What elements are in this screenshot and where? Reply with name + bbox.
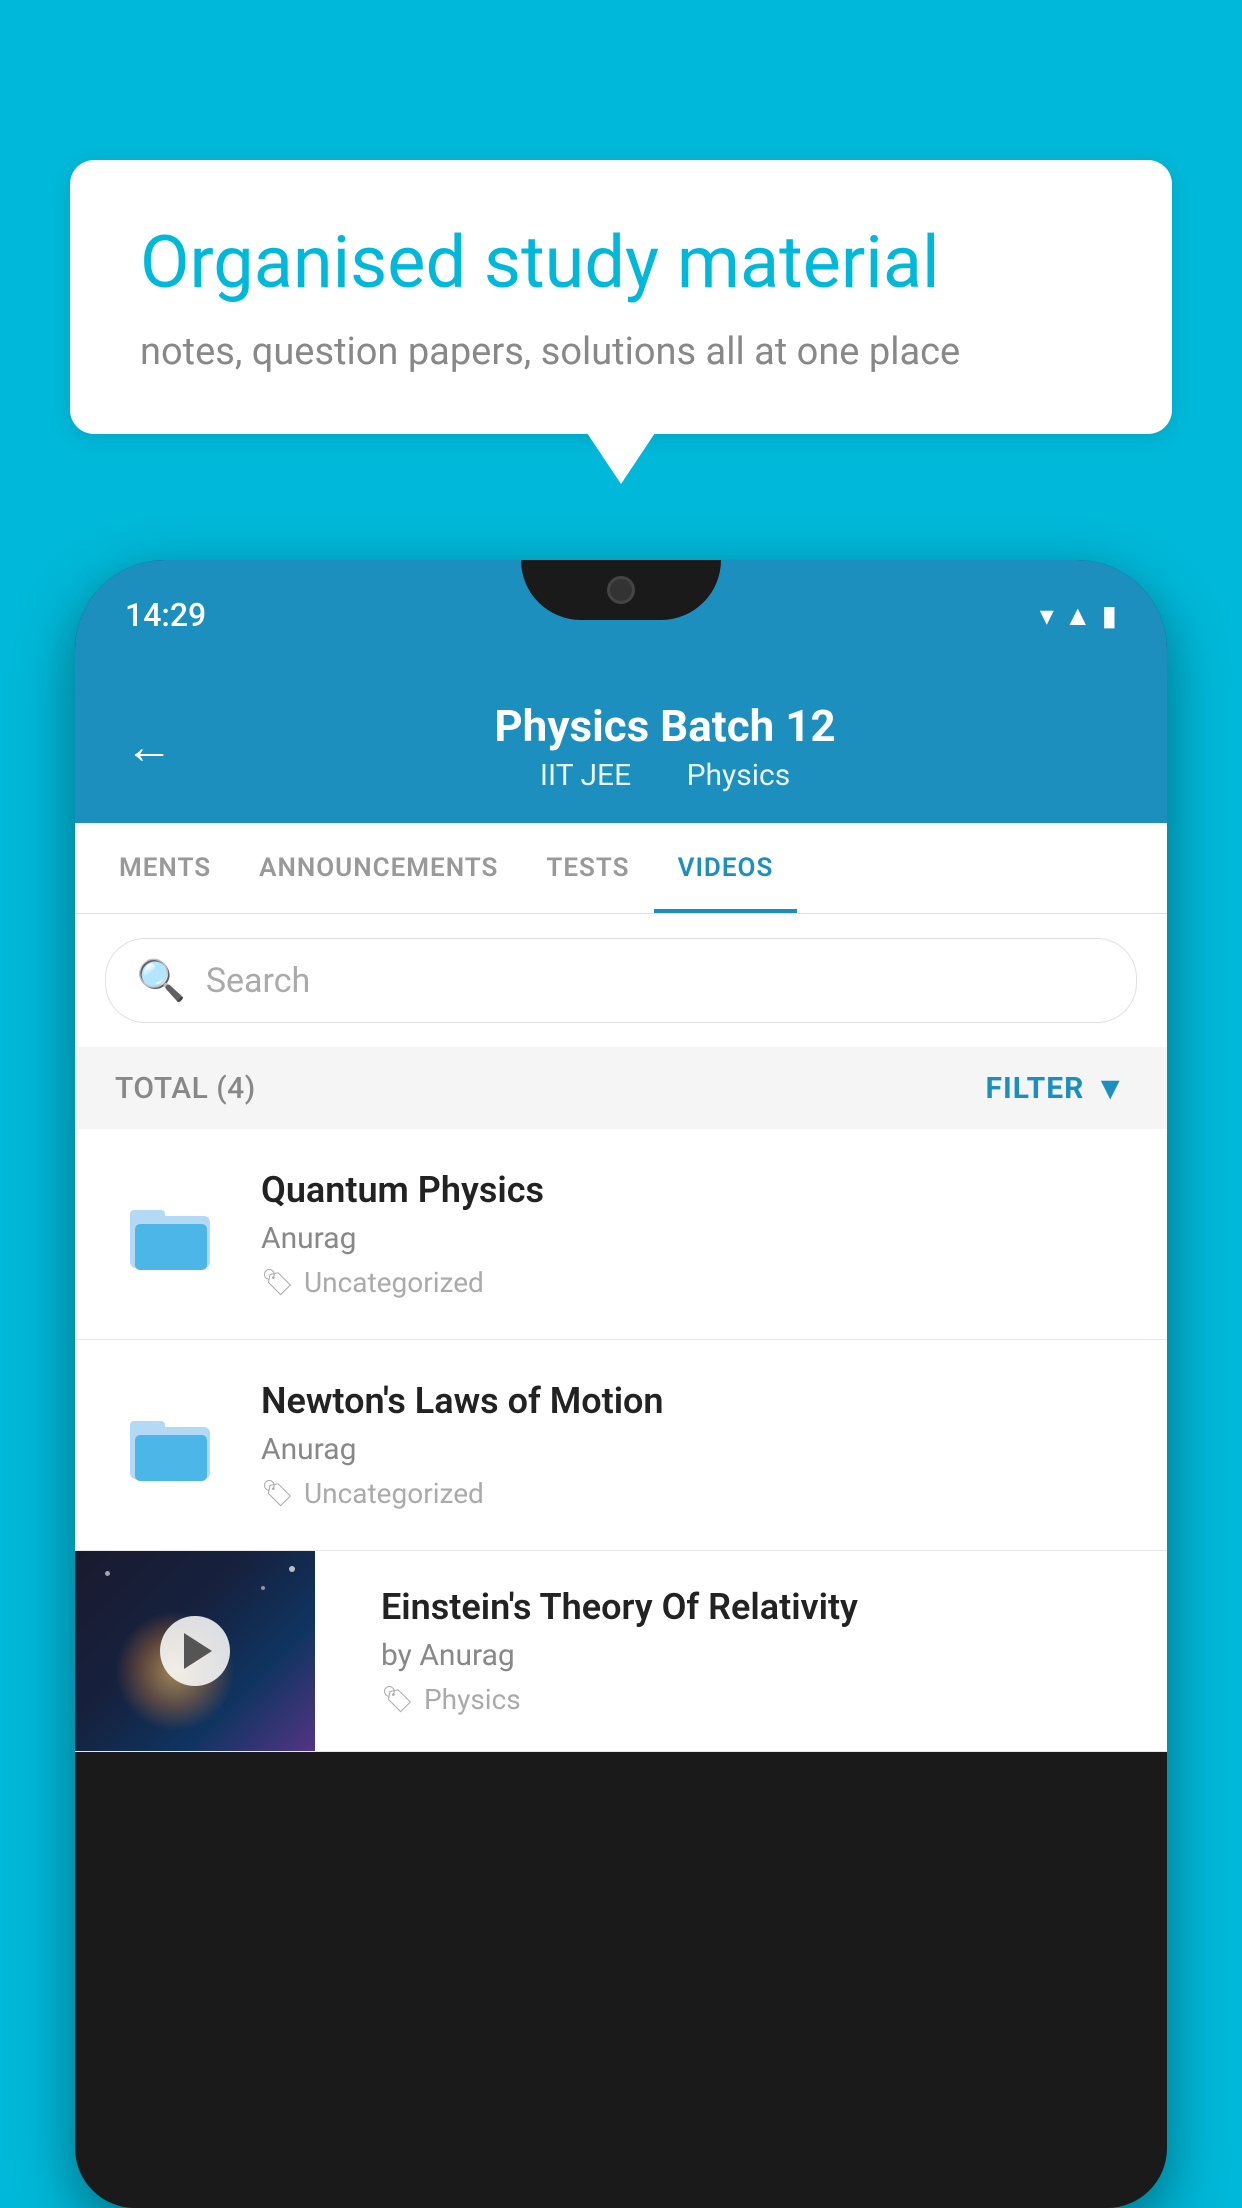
item-tag: 🏷 Uncategorized bbox=[261, 1477, 1127, 1510]
author-name: Anurag bbox=[419, 1638, 514, 1673]
video-list: Quantum Physics Anurag 🏷 Uncategorized N… bbox=[75, 1129, 1167, 1752]
list-item[interactable]: Einstein's Theory Of Relativity by Anura… bbox=[75, 1551, 1167, 1752]
phone-notch bbox=[521, 560, 721, 620]
star bbox=[261, 1586, 265, 1590]
filter-bar: TOTAL (4) FILTER ▼ bbox=[75, 1047, 1167, 1129]
search-input-wrapper[interactable]: 🔍 Search bbox=[105, 938, 1137, 1023]
filter-button[interactable]: FILTER ▼ bbox=[986, 1069, 1128, 1107]
folder-icon bbox=[125, 1405, 215, 1485]
search-icon: 🔍 bbox=[136, 957, 186, 1004]
folder-icon-container bbox=[115, 1179, 225, 1289]
tab-tests[interactable]: TESTS bbox=[522, 823, 653, 913]
star bbox=[105, 1571, 110, 1576]
play-button[interactable] bbox=[160, 1616, 230, 1686]
tag-icon: 🏷 bbox=[261, 1479, 294, 1509]
search-input[interactable]: Search bbox=[206, 961, 310, 1001]
subtitle-physics: Physics bbox=[687, 758, 791, 793]
tab-announcements[interactable]: ANNOUNCEMENTS bbox=[235, 823, 522, 913]
total-count: TOTAL (4) bbox=[115, 1071, 256, 1106]
speech-bubble: Organised study material notes, question… bbox=[70, 160, 1172, 434]
tag-icon: 🏷 bbox=[381, 1685, 414, 1715]
item-tag: 🏷 Uncategorized bbox=[261, 1266, 1127, 1299]
author-prefix: by bbox=[381, 1638, 412, 1673]
item-author: by Anurag bbox=[381, 1638, 1137, 1673]
tag-label: Uncategorized bbox=[304, 1477, 484, 1510]
signal-icon: ▲ bbox=[1064, 599, 1092, 632]
item-title: Newton's Laws of Motion bbox=[261, 1380, 1127, 1422]
header-title-group: Physics Batch 12 IIT JEE Physics bbox=[213, 700, 1117, 793]
wifi-icon: ▾ bbox=[1040, 599, 1054, 632]
item-title: Einstein's Theory Of Relativity bbox=[381, 1586, 1137, 1628]
tag-label: Uncategorized bbox=[304, 1266, 484, 1299]
item-tag: 🏷 Physics bbox=[381, 1683, 1137, 1716]
phone-mockup: 14:29 ▾ ▲ ▮ ← Physics Batch 12 IIT JEE P… bbox=[75, 560, 1167, 2208]
filter-label: FILTER bbox=[986, 1071, 1085, 1106]
battery-icon: ▮ bbox=[1102, 599, 1117, 632]
speech-bubble-title: Organised study material bbox=[140, 220, 1102, 306]
search-container: 🔍 Search bbox=[75, 914, 1167, 1047]
list-item[interactable]: Newton's Laws of Motion Anurag 🏷 Uncateg… bbox=[75, 1340, 1167, 1551]
speech-bubble-container: Organised study material notes, question… bbox=[70, 160, 1172, 434]
status-icons: ▾ ▲ ▮ bbox=[1040, 599, 1117, 632]
status-bar: 14:29 ▾ ▲ ▮ bbox=[75, 560, 1167, 670]
tabs-bar: MENTS ANNOUNCEMENTS TESTS VIDEOS bbox=[75, 823, 1167, 914]
item-details: Quantum Physics Anurag 🏷 Uncategorized bbox=[261, 1169, 1127, 1299]
back-button[interactable]: ← bbox=[125, 718, 173, 775]
speech-bubble-subtitle: notes, question papers, solutions all at… bbox=[140, 330, 1102, 374]
item-details: Einstein's Theory Of Relativity by Anura… bbox=[351, 1551, 1167, 1751]
subtitle-iitjee: IIT JEE bbox=[540, 758, 631, 793]
folder-icon-container bbox=[115, 1390, 225, 1500]
folder-icon bbox=[125, 1194, 215, 1274]
item-details: Newton's Laws of Motion Anurag 🏷 Uncateg… bbox=[261, 1380, 1127, 1510]
play-triangle-icon bbox=[184, 1633, 212, 1669]
tab-ments[interactable]: MENTS bbox=[95, 823, 235, 913]
tab-videos[interactable]: VIDEOS bbox=[654, 823, 798, 913]
star bbox=[289, 1566, 295, 1572]
batch-title: Physics Batch 12 bbox=[213, 700, 1117, 752]
tag-icon: 🏷 bbox=[261, 1268, 294, 1298]
item-author: Anurag bbox=[261, 1432, 1127, 1467]
item-author: Anurag bbox=[261, 1221, 1127, 1256]
tag-label: Physics bbox=[424, 1683, 521, 1716]
list-item[interactable]: Quantum Physics Anurag 🏷 Uncategorized bbox=[75, 1129, 1167, 1340]
batch-subtitle: IIT JEE Physics bbox=[213, 758, 1117, 793]
filter-icon: ▼ bbox=[1094, 1069, 1127, 1107]
app-header: ← Physics Batch 12 IIT JEE Physics bbox=[75, 670, 1167, 823]
phone-camera bbox=[607, 576, 635, 604]
status-time: 14:29 bbox=[125, 596, 206, 634]
item-title: Quantum Physics bbox=[261, 1169, 1127, 1211]
video-thumbnail bbox=[75, 1551, 315, 1751]
